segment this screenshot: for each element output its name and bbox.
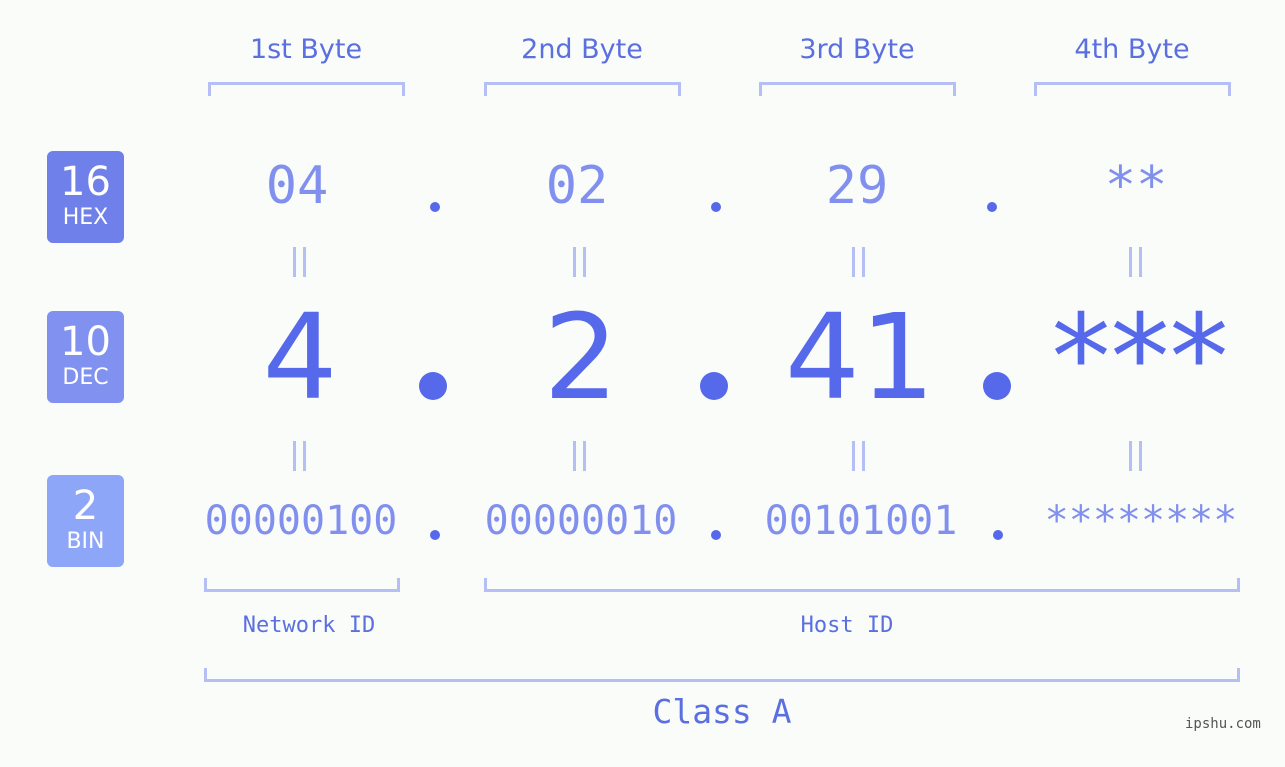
dec-separator-2 — [700, 372, 728, 400]
hex-separator-3 — [987, 202, 997, 212]
byte-bracket-4 — [1034, 82, 1231, 96]
byte-bracket-2 — [484, 82, 681, 96]
dec-badge: 10 DEC — [47, 311, 124, 403]
dec-byte-3: 41 — [784, 288, 936, 426]
dec-byte-4: *** — [1051, 288, 1229, 426]
bin-byte-4: ******** — [1044, 498, 1238, 544]
hex-separator-1 — [430, 202, 440, 212]
equals-icon — [291, 441, 309, 471]
bin-separator-2 — [711, 530, 721, 540]
ip-class-label: Class A — [652, 692, 792, 731]
dec-badge-number: 10 — [60, 319, 111, 365]
equals-icon — [571, 247, 589, 277]
hex-byte-2: 02 — [545, 156, 609, 216]
equals-icon — [1127, 441, 1145, 471]
dec-badge-label: DEC — [62, 365, 109, 390]
bin-badge-number: 2 — [72, 483, 99, 529]
equals-icon — [850, 441, 868, 471]
byte-bracket-3 — [759, 82, 956, 96]
equals-icon — [850, 247, 868, 277]
dec-byte-1: 4 — [262, 288, 338, 426]
host-id-bracket — [484, 578, 1240, 592]
bin-byte-3: 00101001 — [764, 498, 958, 544]
hex-separator-2 — [711, 202, 721, 212]
hex-badge-label: HEX — [62, 205, 109, 230]
bin-byte-1: 00000100 — [204, 498, 398, 544]
byte-header-3: 3rd Byte — [799, 34, 915, 65]
byte-bracket-1 — [208, 82, 405, 96]
byte-header-2: 2nd Byte — [521, 34, 643, 65]
equals-icon — [571, 441, 589, 471]
byte-header-4: 4th Byte — [1074, 34, 1190, 65]
hex-byte-3: 29 — [825, 156, 889, 216]
network-id-bracket — [204, 578, 400, 592]
hex-badge-number: 16 — [60, 159, 111, 205]
dec-separator-3 — [983, 372, 1011, 400]
class-bracket — [204, 668, 1240, 682]
watermark: ipshu.com — [1185, 716, 1261, 732]
hex-byte-4: ** — [1104, 156, 1168, 216]
hex-byte-1: 04 — [265, 156, 329, 216]
bin-byte-2: 00000010 — [484, 498, 678, 544]
network-id-label: Network ID — [242, 613, 376, 638]
equals-icon — [291, 247, 309, 277]
bin-badge: 2 BIN — [47, 475, 124, 567]
bin-badge-label: BIN — [66, 529, 105, 554]
byte-header-1: 1st Byte — [249, 34, 363, 65]
equals-icon — [1127, 247, 1145, 277]
bin-separator-3 — [993, 530, 1003, 540]
hex-badge: 16 HEX — [47, 151, 124, 243]
bin-separator-1 — [430, 530, 440, 540]
dec-separator-1 — [419, 372, 447, 400]
dec-byte-2: 2 — [543, 288, 619, 426]
host-id-label: Host ID — [800, 613, 894, 638]
